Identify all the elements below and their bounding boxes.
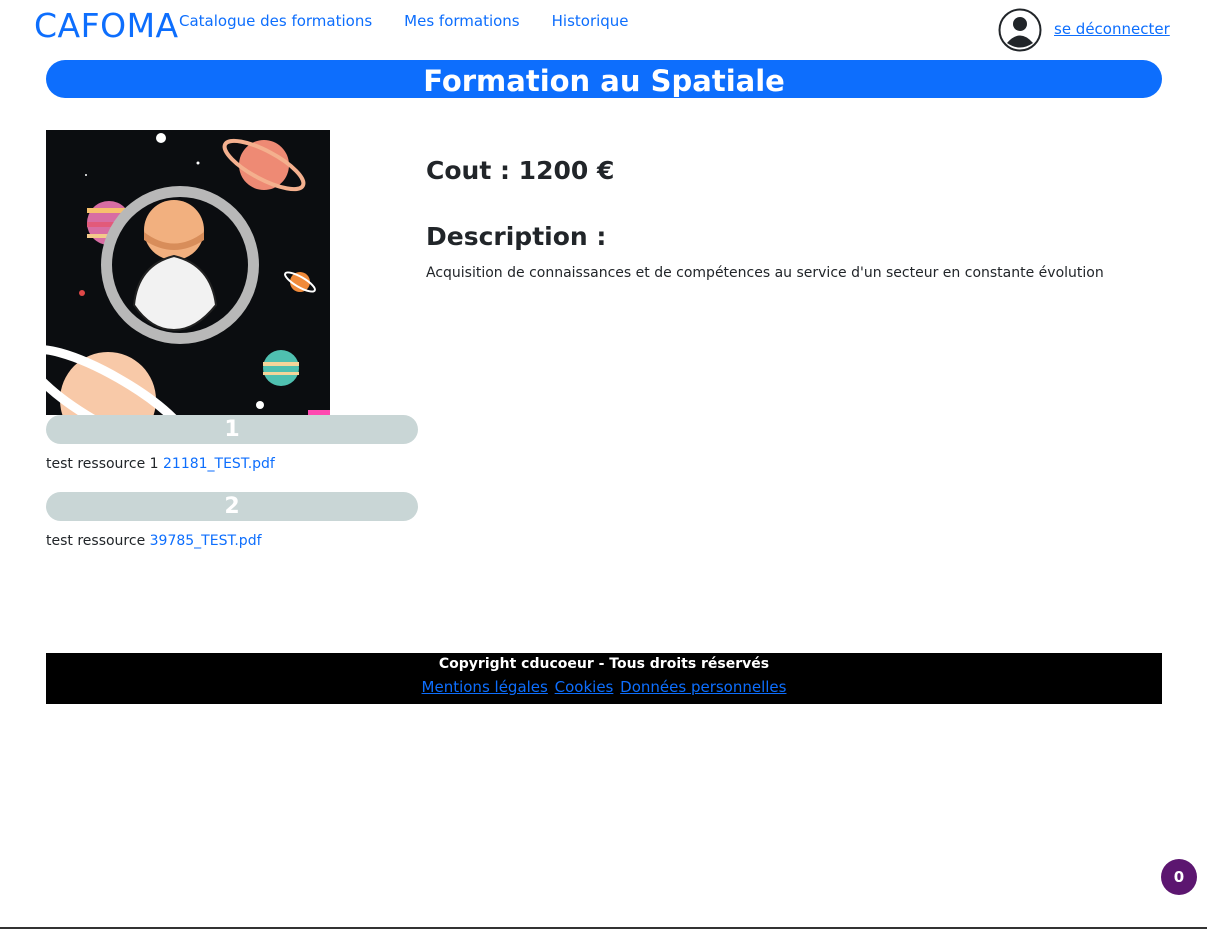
footer-link-cookies[interactable]: Cookies	[555, 678, 614, 696]
resource-number-2: 2	[46, 492, 418, 521]
page-title: Formation au Spatiale	[46, 60, 1162, 98]
logout-link[interactable]: se déconnecter	[1054, 20, 1170, 38]
space-illustration	[46, 130, 330, 415]
copyright-text: Copyright cducoeur - Tous droits réservé…	[438, 656, 770, 672]
formation-image	[46, 130, 330, 415]
footer-link-mentions[interactable]: Mentions légales	[422, 678, 548, 696]
nav-historique[interactable]: Historique	[552, 12, 629, 30]
brand-logo[interactable]: CAFOMA	[34, 6, 179, 45]
resource-label: test ressource 1	[46, 456, 159, 472]
notification-badge[interactable]: 0	[1161, 859, 1197, 895]
resource-number-1: 1	[46, 415, 418, 444]
resource-file-link[interactable]: 39785_TEST.pdf	[150, 533, 262, 549]
resource-item-1: test ressource 1 21181_TEST.pdf	[46, 456, 275, 472]
resource-label: test ressource	[46, 533, 146, 549]
nav-catalogue[interactable]: Catalogue des formations	[179, 12, 372, 30]
description-text: Acquisition de connaissances et de compé…	[426, 265, 1104, 281]
description-heading: Description :	[426, 222, 607, 251]
main-nav: Catalogue des formations Mes formations …	[179, 12, 629, 30]
user-avatar-icon[interactable]	[998, 8, 1042, 52]
resource-file-link[interactable]: 21181_TEST.pdf	[163, 456, 275, 472]
resource-item-2: test ressource 39785_TEST.pdf	[46, 533, 262, 549]
footer: Copyright cducoeur - Tous droits réservé…	[46, 653, 1162, 704]
formation-cost: Cout : 1200 €	[426, 156, 615, 185]
nav-mes-formations[interactable]: Mes formations	[404, 12, 519, 30]
footer-link-donnees[interactable]: Données personnelles	[620, 678, 786, 696]
footer-links: Mentions légales Cookies Données personn…	[46, 678, 1162, 696]
